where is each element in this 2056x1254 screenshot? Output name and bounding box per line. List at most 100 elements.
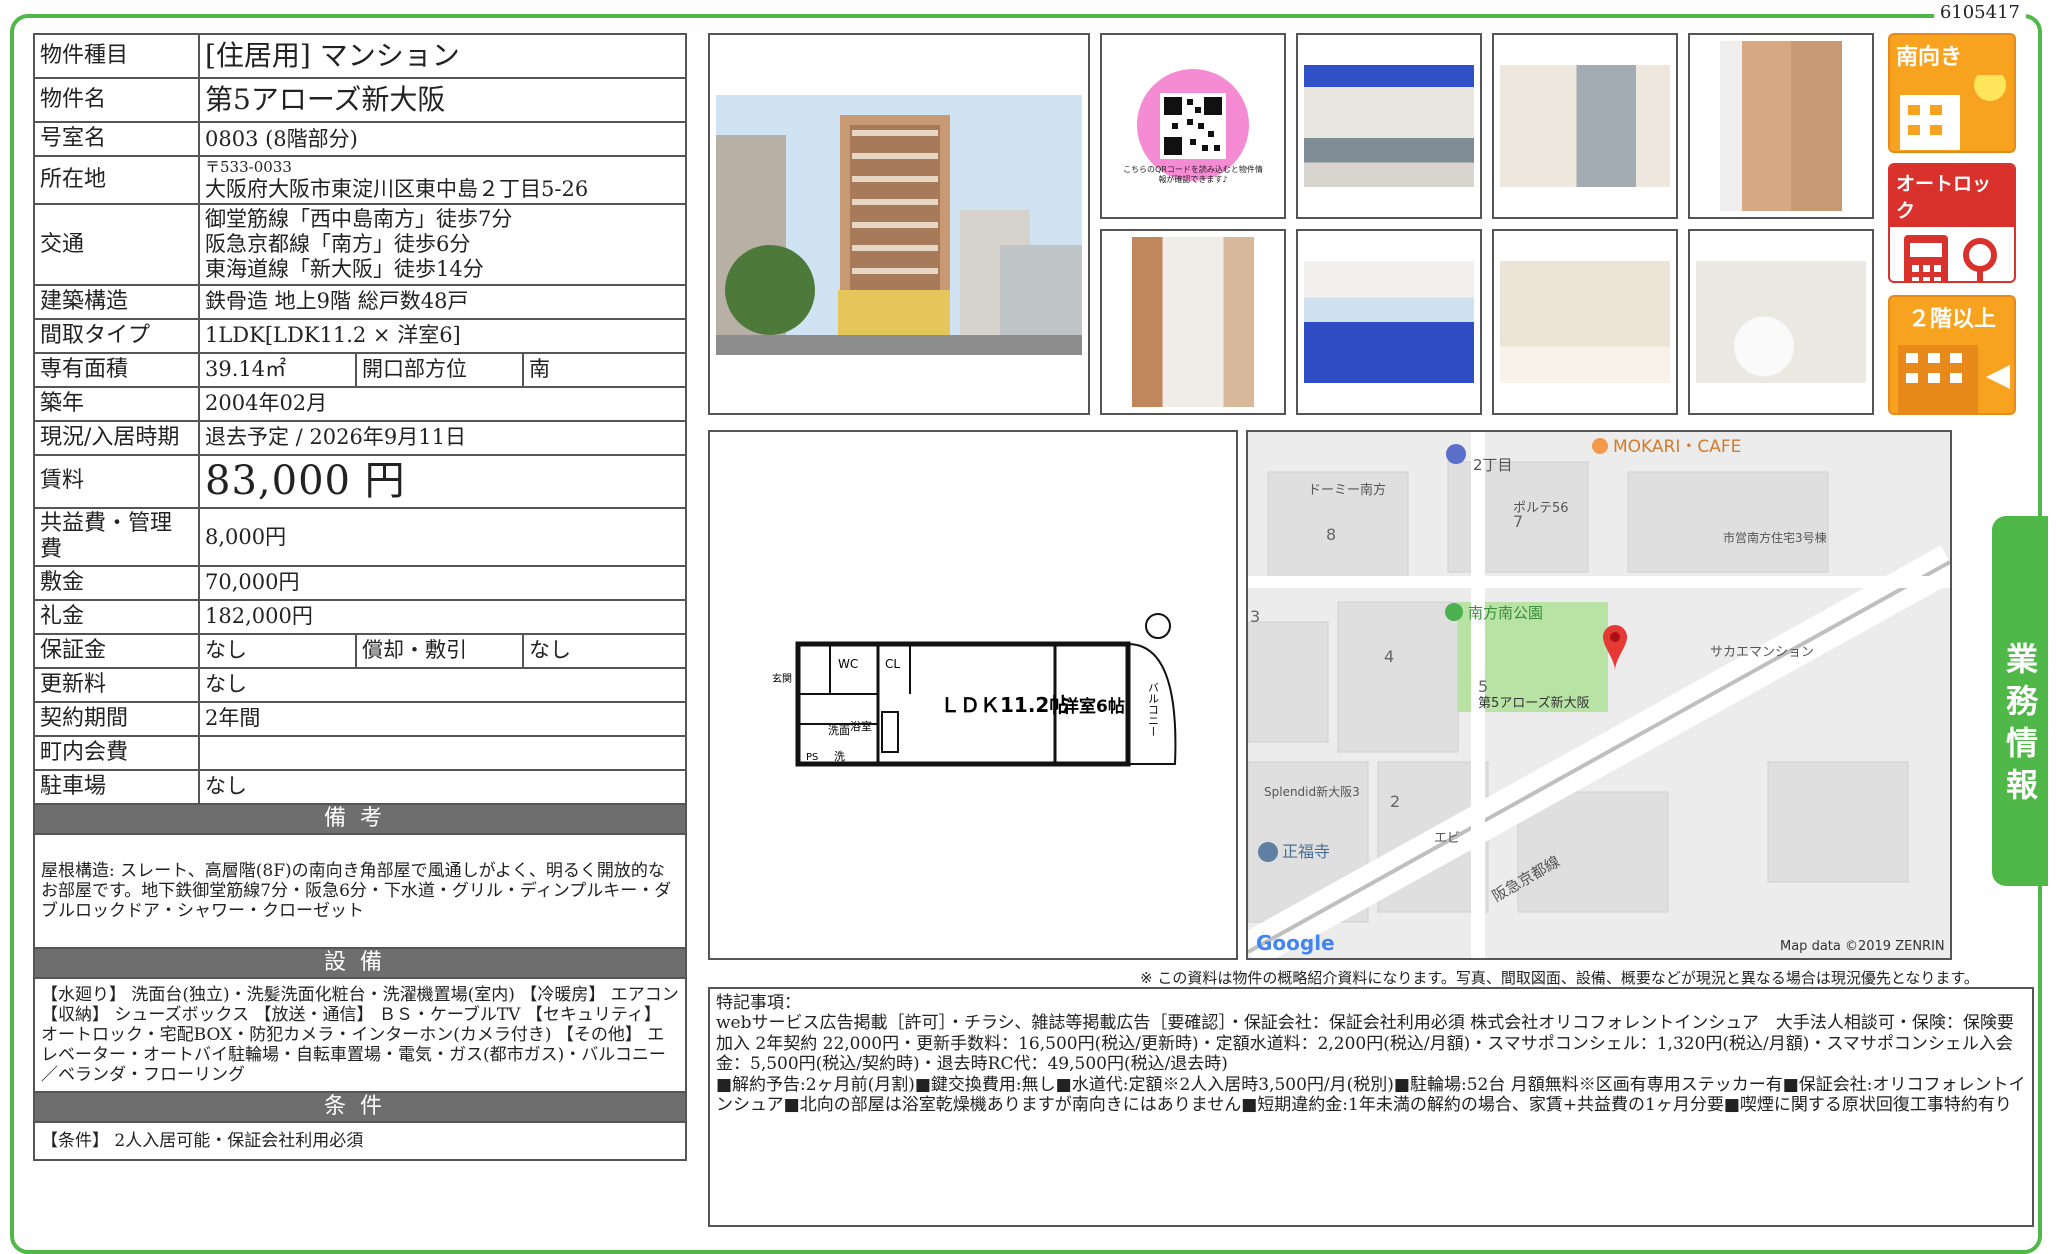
access-line: 東海道線「新大阪」徒歩14分 xyxy=(205,256,484,281)
contract-label: 契約期間 xyxy=(33,700,200,737)
access-label: 交通 xyxy=(33,203,200,286)
western-room-label: 洋室6帖 xyxy=(1062,696,1125,717)
kitchen-counter-photo xyxy=(1296,229,1482,415)
ps-label: PS xyxy=(806,752,818,763)
bathroom-photo xyxy=(1492,229,1678,415)
location-map[interactable]: 2丁目 MOKARI・CAFE ドーミー南方 ポルテ56 市営南方住宅3号棟 南… xyxy=(1246,430,1952,960)
renewal-label: 更新料 xyxy=(33,666,200,703)
status-value: 退去予定 / 2026年9月11日 xyxy=(198,419,687,456)
map-block-number: 2 xyxy=(1390,792,1400,811)
map-block-number: 5 xyxy=(1478,677,1488,696)
map-credit: Map data ©2019 ZENRIN xyxy=(1780,939,1945,954)
built-value: 2004年02月 xyxy=(198,385,687,422)
conditions-heading: 条件 xyxy=(33,1091,687,1124)
map-label: MOKARI・CAFE xyxy=(1613,437,1741,457)
type-label: 物件種目 xyxy=(33,33,200,79)
rent-value: 83,000 円 xyxy=(198,453,687,509)
closet-label: CL xyxy=(885,657,900,671)
washroom-label: 洗面 xyxy=(828,724,850,737)
map-label: Splendid新大阪3 xyxy=(1264,784,1360,799)
area-value: 39.14㎡ xyxy=(198,351,357,388)
keymoney-label: 礼金 xyxy=(33,598,200,635)
property-spec-table: 物件種目 [住居用] マンション 物件名 第5アローズ新大阪 号室名 0803 (8階… xyxy=(33,33,687,1162)
conditions-text: 【条件】 2人入居可能・保証会社利用必須 xyxy=(33,1121,687,1162)
area-label: 専有面積 xyxy=(33,351,200,388)
map-block-number: 3 xyxy=(1250,607,1260,626)
south-facing-icon: 南向き xyxy=(1888,33,2016,153)
map-block-number: 8 xyxy=(1326,525,1336,544)
layout-label: 間取タイプ xyxy=(33,317,200,354)
town-fee-value xyxy=(198,734,687,771)
parking-value: なし xyxy=(198,768,687,805)
map-label: 第5アローズ新大阪 xyxy=(1478,695,1590,711)
amortization-value: なし xyxy=(522,632,687,669)
second-floor-plus-icon: ２階以上 xyxy=(1888,295,2016,415)
fee-value: 8,000円 xyxy=(198,506,687,567)
remarks-text: 屋根構造: スレート、高層階(8F)の南向き角部屋で風通しがよく、明るく開放的な… xyxy=(33,832,687,949)
postal-code: 〒533-0033 xyxy=(205,158,292,176)
deposit-value: 70,000円 xyxy=(198,564,687,601)
guarantee-value: なし xyxy=(198,632,357,669)
address-value: 大阪府大阪市東淀川区東中島２丁目5-26 xyxy=(205,176,589,201)
map-block-number: 4 xyxy=(1384,647,1394,666)
map-label: サカエマンション xyxy=(1710,645,1814,660)
wc-label: WC xyxy=(838,657,858,671)
equipment-heading: 設備 xyxy=(33,946,687,979)
guarantee-label: 保証金 xyxy=(33,632,200,669)
qr-code-card[interactable]: こちらのQRコードを読み込むと物件情報が確認できます♪ xyxy=(1100,33,1286,219)
building-exterior-photo xyxy=(708,33,1090,415)
access-line: 御堂筋線「西中島南方」徒歩7分 xyxy=(205,207,513,232)
structure-value: 鉄骨造 地上9階 総戸数48戸 xyxy=(198,283,687,320)
document-id: 6105417 xyxy=(1933,2,2026,23)
closet-photo xyxy=(1688,33,1874,219)
amortization-label: 償却・敷引 xyxy=(355,632,524,669)
layout-value: 1LDK[LDK11.2 × 洋室6] xyxy=(198,317,687,354)
keymoney-value: 182,000円 xyxy=(198,598,687,635)
renewal-value: なし xyxy=(198,666,687,703)
status-label: 現況/入居時期 xyxy=(33,419,200,456)
remarks-heading: 備考 xyxy=(33,802,687,835)
map-label: 2丁目 xyxy=(1473,456,1513,474)
town-fee-label: 町内会費 xyxy=(33,734,200,771)
contract-value: 2年間 xyxy=(198,700,687,737)
address-label: 所在地 xyxy=(33,154,200,206)
hallway-photo xyxy=(1100,229,1286,415)
special-notes-heading: 特記事項： xyxy=(716,993,801,1013)
special-notes: 特記事項： webサービス広告掲載［許可］・チラシ、雑誌等掲載広告［要確認］・保… xyxy=(708,987,2034,1227)
map-label: 南方南公園 xyxy=(1468,604,1543,622)
room-label: 号室名 xyxy=(33,121,200,157)
ldk-label: ＬＤＫ11.2帖 xyxy=(940,693,1069,717)
type-value: [住居用] マンション xyxy=(198,33,687,79)
opening-label: 開口部方位 xyxy=(355,351,524,388)
wash-label: 洗 xyxy=(834,750,845,763)
map-label: ドーミー南方 xyxy=(1308,482,1386,498)
disclaimer-notice: ※ この資料は物件の概略紹介資料になります。写真、間取図面、設備、概要などが現況… xyxy=(1140,969,1979,987)
autolock-icon: オートロック xyxy=(1888,163,2016,283)
map-block-number: 7 xyxy=(1513,512,1523,531)
entrance-label: 玄関 xyxy=(772,672,792,685)
parking-label: 駐車場 xyxy=(33,768,200,805)
fee-label: 共益費・管理費 xyxy=(33,506,200,567)
equipment-text: 【水廻り】 洗面台(独立)・洗髪洗面化粧台・洗濯機置場(室内) 【冷暖房】 エア… xyxy=(33,976,687,1094)
map-label: エビ xyxy=(1434,831,1460,846)
name-value: 第5アローズ新大阪 xyxy=(198,77,687,123)
map-label: 市営南方住宅3号棟 xyxy=(1723,530,1827,545)
special-notes-line: webサービス広告掲載［許可］・チラシ、雑誌等掲載広告［要確認］・保証会社：保証… xyxy=(716,1013,2014,1075)
floor-plan: ＬＤＫ11.2帖 洋室6帖 WC CL 洗面 浴室 PS 洗 玄関 バルコニー xyxy=(708,430,1238,960)
bath-label: 浴室 xyxy=(850,719,872,733)
toilet-photo xyxy=(1688,229,1874,415)
balcony-label: バルコニー xyxy=(1147,682,1160,737)
rent-label: 賃料 xyxy=(33,453,200,509)
access-line: 阪急京都線「南方」徒歩6分 xyxy=(205,232,471,257)
kitchen-photo xyxy=(1296,33,1482,219)
name-label: 物件名 xyxy=(33,77,200,123)
business-info-tab[interactable]: 業務情報 xyxy=(1992,516,2048,886)
built-label: 築年 xyxy=(33,385,200,422)
room-value: 0803 (8階部分) xyxy=(198,121,687,157)
special-notes-line: ■解約予告:2ヶ月前(月割)■鍵交換費用:無し■水道代:定額※2人入居時3,50… xyxy=(716,1074,2026,1115)
room-window-photo xyxy=(1492,33,1678,219)
deposit-label: 敷金 xyxy=(33,564,200,601)
google-logo: Google xyxy=(1256,931,1335,955)
structure-label: 建築構造 xyxy=(33,283,200,320)
qr-caption: こちらのQRコードを読み込むと物件情報が確認できます♪ xyxy=(1123,165,1263,185)
